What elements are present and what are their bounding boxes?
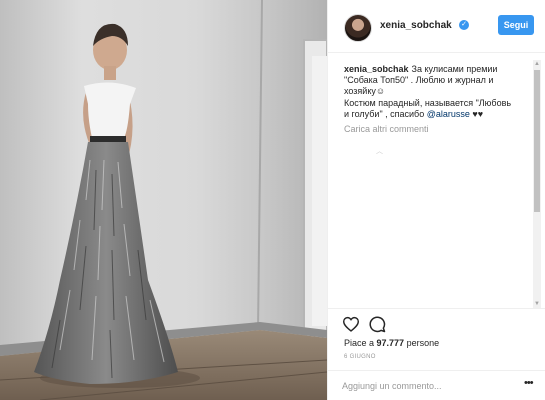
caption-text-5a: и голуби" , спасибо <box>344 108 427 119</box>
likes-suffix: persone <box>404 338 440 348</box>
more-options-icon[interactable]: ••• <box>524 377 534 389</box>
caption-text-4: Костюм парадный, называется "Любовь <box>344 97 512 108</box>
scroll-thumb[interactable] <box>534 70 540 212</box>
caption-line-5: и голуби" , спасибо @alarusse ♥♥ <box>344 109 536 120</box>
caption-line-1: xenia_sobchak За кулисами премии <box>344 64 536 75</box>
scroll-up-arrow-icon[interactable]: ▲ <box>533 60 541 68</box>
likes-count[interactable]: Piace a 97.777 persone <box>344 338 439 348</box>
caption-scrollbar[interactable]: ▲ ▼ <box>533 60 541 308</box>
caption-area: xenia_sobchak За кулисами премии "Собака … <box>344 64 536 302</box>
post-actions: Piace a 97.777 persone 6 GIUGNO <box>328 308 545 370</box>
comment-input[interactable] <box>342 378 512 394</box>
caption-text-1: За кулисами премии <box>411 64 498 74</box>
comment-box: ••• <box>328 370 545 400</box>
mention-link[interactable]: @alarusse <box>427 109 470 119</box>
follow-button[interactable]: Segui <box>498 15 534 35</box>
caption-text-2: "Собака Топ50" . Люблю и журнал и <box>344 75 494 86</box>
load-more-comments-link[interactable]: Carica altri commenti <box>344 124 536 135</box>
caption-text-5b: ♥♥ <box>469 108 484 119</box>
scroll-down-arrow-icon[interactable]: ▼ <box>533 300 541 308</box>
post-header: xenia_sobchak ✓ Segui <box>328 0 545 53</box>
post-panel: xenia_sobchak ✓ Segui xenia_sobchak За ку… <box>327 0 545 400</box>
verified-badge-icon: ✓ <box>459 20 469 30</box>
chevron-down-icon[interactable]: ︿ <box>376 146 383 156</box>
likes-prefix: Piace a <box>344 338 377 348</box>
comment-icon[interactable] <box>368 315 386 333</box>
caption-author[interactable]: xenia_sobchak <box>344 64 409 74</box>
avatar[interactable] <box>344 14 372 42</box>
post-date[interactable]: 6 GIUGNO <box>344 354 376 360</box>
heart-icon[interactable] <box>342 316 360 332</box>
photo-illustration <box>0 0 327 400</box>
post-photo[interactable] <box>0 0 327 400</box>
caption-text-3: хозяйку☺ <box>344 86 386 97</box>
username[interactable]: xenia_sobchak <box>380 20 452 31</box>
likes-number[interactable]: 97.777 <box>377 338 405 348</box>
